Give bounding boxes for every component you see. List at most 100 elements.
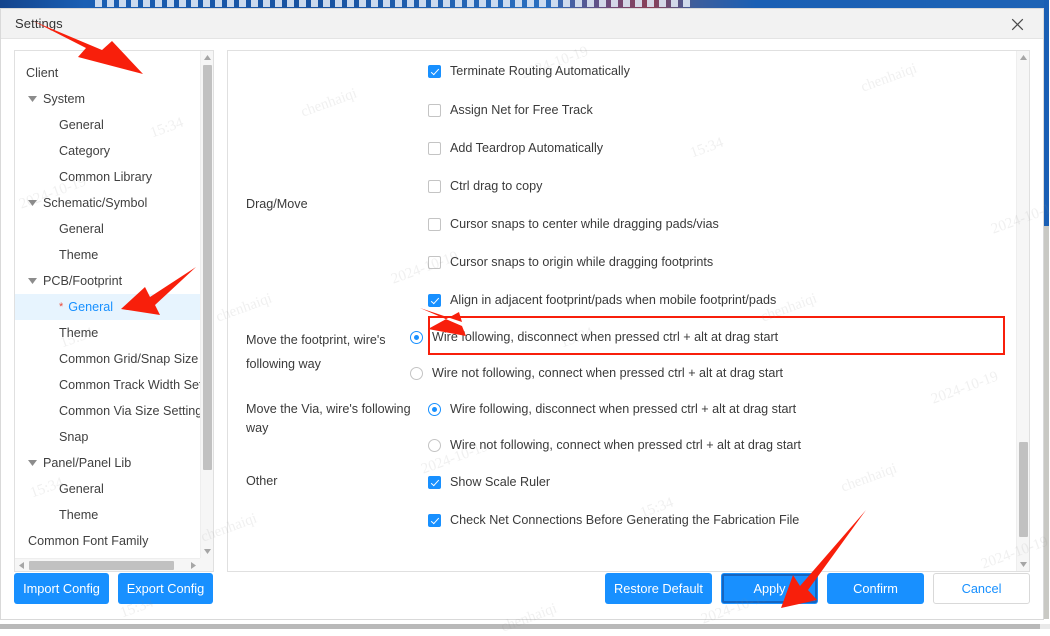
sidebar-item-general[interactable]: General [15,476,200,502]
settings-tree: ClientSystemGeneralCategoryCommon Librar… [15,51,200,554]
checkbox-icon[interactable] [428,104,441,117]
main-scroll-up-icon[interactable] [1017,51,1030,64]
sidebar-item-theme[interactable]: Theme [15,502,200,528]
checkbox-row[interactable]: Align in adjacent footprint/pads when mo… [428,281,1016,319]
radio-row[interactable]: Wire following, disconnect when pressed … [410,319,1016,355]
checkbox-label[interactable]: Cursor snaps to origin while dragging fo… [450,255,713,269]
checkbox-icon[interactable] [428,514,441,527]
background-title-blur [95,0,695,7]
checkbox-icon[interactable] [428,142,441,155]
sidebar-item-general[interactable]: General [15,112,200,138]
checkbox-label[interactable]: Check Net Connections Before Generating … [450,513,799,527]
checkbox-row[interactable]: Terminate Routing Automatically [428,51,1016,91]
main-vertical-scrollbar[interactable] [1016,51,1029,571]
settings-group: Drag/MoveTerminate Routing Automatically… [228,51,1016,319]
radio-label[interactable]: Wire following, disconnect when pressed … [450,402,796,416]
radio-label[interactable]: Wire not following, connect when pressed… [432,366,783,380]
checkbox-icon[interactable] [428,218,441,231]
checkbox-row[interactable]: Cursor snaps to origin while dragging fo… [428,243,1016,281]
checkbox-row[interactable]: Assign Net for Free Track [428,91,1016,129]
checkbox-label[interactable]: Align in adjacent footprint/pads when mo… [450,293,776,307]
sidebar-item-label: Client [26,67,58,80]
export-config-button[interactable]: Export Config [118,573,213,604]
dialog-title-bar: Settings [1,9,1043,39]
sidebar-item-common-grid-snap-size-se[interactable]: Common Grid/Snap Size Se [15,346,200,372]
sidebar-item-common-track-width-settin[interactable]: Common Track Width Settin [15,372,200,398]
chevron-down-icon[interactable] [28,278,43,284]
sidebar-item-common-via-size-setting[interactable]: Common Via Size Setting [15,398,200,424]
sidebar-item-panel-panel-lib[interactable]: Panel/Panel Lib [15,450,200,476]
checkbox-icon[interactable] [428,65,441,78]
main-scroll-area: Drag/MoveTerminate Routing Automatically… [228,51,1016,571]
checkbox-row[interactable]: Show Scale Ruler [428,463,1016,501]
checkbox-icon[interactable] [428,294,441,307]
modified-asterisk-icon: * [59,302,63,313]
footer-right-buttons: Restore Default Apply Confirm Cancel [605,573,1030,604]
radio-row[interactable]: Wire not following, connect when pressed… [428,427,1016,463]
sidebar-item-client[interactable]: Client [15,60,200,86]
sidebar-vertical-scrollbar[interactable] [200,51,213,558]
radio-icon[interactable] [410,331,423,344]
import-config-button[interactable]: Import Config [14,573,109,604]
sidebar-scrollbar-thumb[interactable] [203,65,212,470]
checkbox-label[interactable]: Cursor snaps to center while dragging pa… [450,217,719,231]
background-browser-strip [0,0,1050,8]
chevron-down-icon[interactable] [28,460,43,466]
settings-sidebar: ClientSystemGeneralCategoryCommon Librar… [14,50,214,572]
scroll-up-icon[interactable] [201,51,214,64]
settings-group-label: Drag/Move [228,51,428,214]
settings-group-label: Move the Via, wire's following way [228,391,428,438]
sidebar-item-common-library[interactable]: Common Library [15,164,200,190]
sidebar-item-system[interactable]: System [15,86,200,112]
sidebar-item-label: Theme [59,249,98,262]
checkbox-icon[interactable] [428,256,441,269]
sidebar-item-theme[interactable]: Theme [15,242,200,268]
chevron-down-icon[interactable] [28,96,43,102]
radio-row[interactable]: Wire following, disconnect when pressed … [428,391,1016,427]
close-icon[interactable] [999,9,1035,39]
sidebar-item-schematic-symbol[interactable]: Schematic/Symbol [15,190,200,216]
radio-label[interactable]: Wire following, disconnect when pressed … [432,330,778,344]
checkbox-row[interactable]: Cursor snaps to center while dragging pa… [428,205,1016,243]
sidebar-item-snap[interactable]: Snap [15,424,200,450]
checkbox-row[interactable]: Check Net Connections Before Generating … [428,501,1016,539]
radio-label[interactable]: Wire not following, connect when pressed… [450,438,801,452]
radio-row[interactable]: Wire not following, connect when pressed… [410,355,1016,391]
sidebar-item-pcb-footprint[interactable]: PCB/Footprint [15,268,200,294]
checkbox-row[interactable]: Add Teardrop Automatically [428,129,1016,167]
sidebar-item-general[interactable]: General [15,216,200,242]
checkbox-label[interactable]: Terminate Routing Automatically [450,64,630,78]
apply-button[interactable]: Apply [721,573,818,604]
footer-left-buttons: Import Config Export Config [14,573,213,604]
restore-default-button[interactable]: Restore Default [605,573,712,604]
checkbox-row[interactable]: Ctrl drag to copy [428,167,1016,205]
settings-group-options: Terminate Routing Automatically Assign Ne… [428,51,1016,319]
settings-main-panel: Drag/MoveTerminate Routing Automatically… [227,50,1030,572]
sidebar-item-label: Common Font Family [28,535,148,548]
radio-icon[interactable] [428,439,441,452]
checkbox-label[interactable]: Add Teardrop Automatically [450,141,603,155]
dialog-body: ClientSystemGeneralCategoryCommon Librar… [1,39,1043,557]
page-title: Settings [15,16,63,31]
sidebar-item-theme[interactable]: Theme [15,320,200,346]
background-right-blue-bar [1044,0,1049,226]
settings-group-label: Move the footprint, wire's following way [228,319,410,376]
radio-icon[interactable] [410,367,423,380]
sidebar-item-general[interactable]: *General [15,294,200,320]
main-scrollbar-thumb[interactable] [1019,442,1028,537]
checkbox-icon[interactable] [428,180,441,193]
cancel-button[interactable]: Cancel [933,573,1030,604]
sidebar-item-label: Schematic/Symbol [43,197,147,210]
checkbox-label[interactable]: Show Scale Ruler [450,475,550,489]
confirm-button[interactable]: Confirm [827,573,924,604]
chevron-down-icon[interactable] [28,200,43,206]
background-bottom-strip [0,619,1050,629]
checkbox-icon[interactable] [428,476,441,489]
checkbox-label[interactable]: Ctrl drag to copy [450,179,542,193]
sidebar-item-category[interactable]: Category [15,138,200,164]
settings-dialog: Settings ClientSystemGeneralCategoryComm… [0,8,1044,620]
checkbox-label[interactable]: Assign Net for Free Track [450,103,593,117]
sidebar-scroll-area: ClientSystemGeneralCategoryCommon Librar… [15,51,200,558]
sidebar-item-common-font-family[interactable]: Common Font Family [15,528,200,554]
radio-icon[interactable] [428,403,441,416]
